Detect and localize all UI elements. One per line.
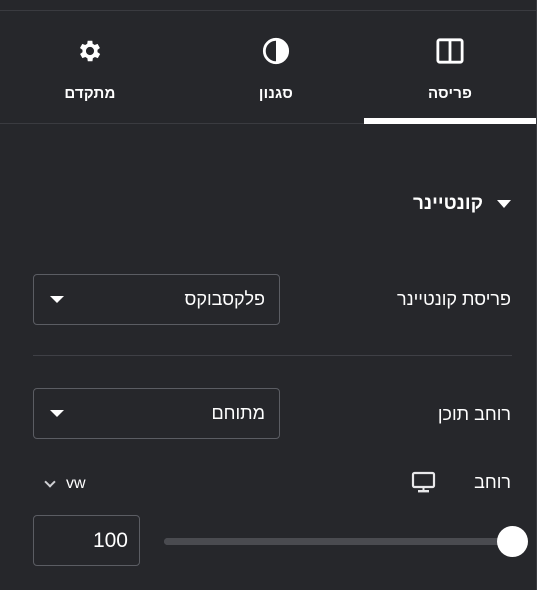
gear-icon <box>76 37 104 65</box>
caret-down-icon <box>497 200 511 208</box>
active-tab-indicator <box>364 118 536 124</box>
section-title: קונטיינר <box>412 193 483 214</box>
unit-selector[interactable]: vw <box>44 475 86 493</box>
tab-advanced[interactable]: מתקדם <box>0 11 180 123</box>
container-layout-select[interactable]: פלקסבוקס <box>33 274 280 325</box>
tab-style[interactable]: סגנון <box>190 11 362 123</box>
content-width-select[interactable]: מתוחם <box>33 388 280 439</box>
desktop-monitor-icon[interactable] <box>410 471 438 500</box>
container-layout-value: פלקסבוקס <box>184 289 265 309</box>
chevron-down-icon <box>44 476 56 488</box>
width-label: רוחב <box>474 472 511 492</box>
section-container-header[interactable]: קונטיינר <box>413 193 511 215</box>
container-layout-label: פריסת קונטיינר <box>397 289 511 309</box>
tab-layout[interactable]: פריסה <box>364 11 536 123</box>
content-width-value: מתוחם <box>211 403 265 423</box>
columns-layout-icon <box>436 37 464 65</box>
width-slider-handle[interactable] <box>497 526 528 557</box>
width-slider-track[interactable] <box>164 526 528 557</box>
unit-value: vw <box>66 475 86 492</box>
content-width-label: רוחב תוכן <box>437 404 511 424</box>
tab-style-label: סגנון <box>258 85 294 102</box>
dropdown-arrow-icon <box>50 296 64 303</box>
half-circle-contrast-icon <box>262 37 290 65</box>
tab-advanced-label: מתקדם <box>64 85 116 102</box>
panel-tabs: מתקדם סגנון פריסה <box>0 11 536 124</box>
divider <box>33 355 512 356</box>
width-number-input[interactable]: 100 <box>33 515 140 566</box>
width-slider-fill <box>164 538 512 545</box>
dropdown-arrow-icon <box>50 410 64 417</box>
panel-top-bar <box>0 0 537 11</box>
tab-layout-label: פריסה <box>427 85 473 102</box>
